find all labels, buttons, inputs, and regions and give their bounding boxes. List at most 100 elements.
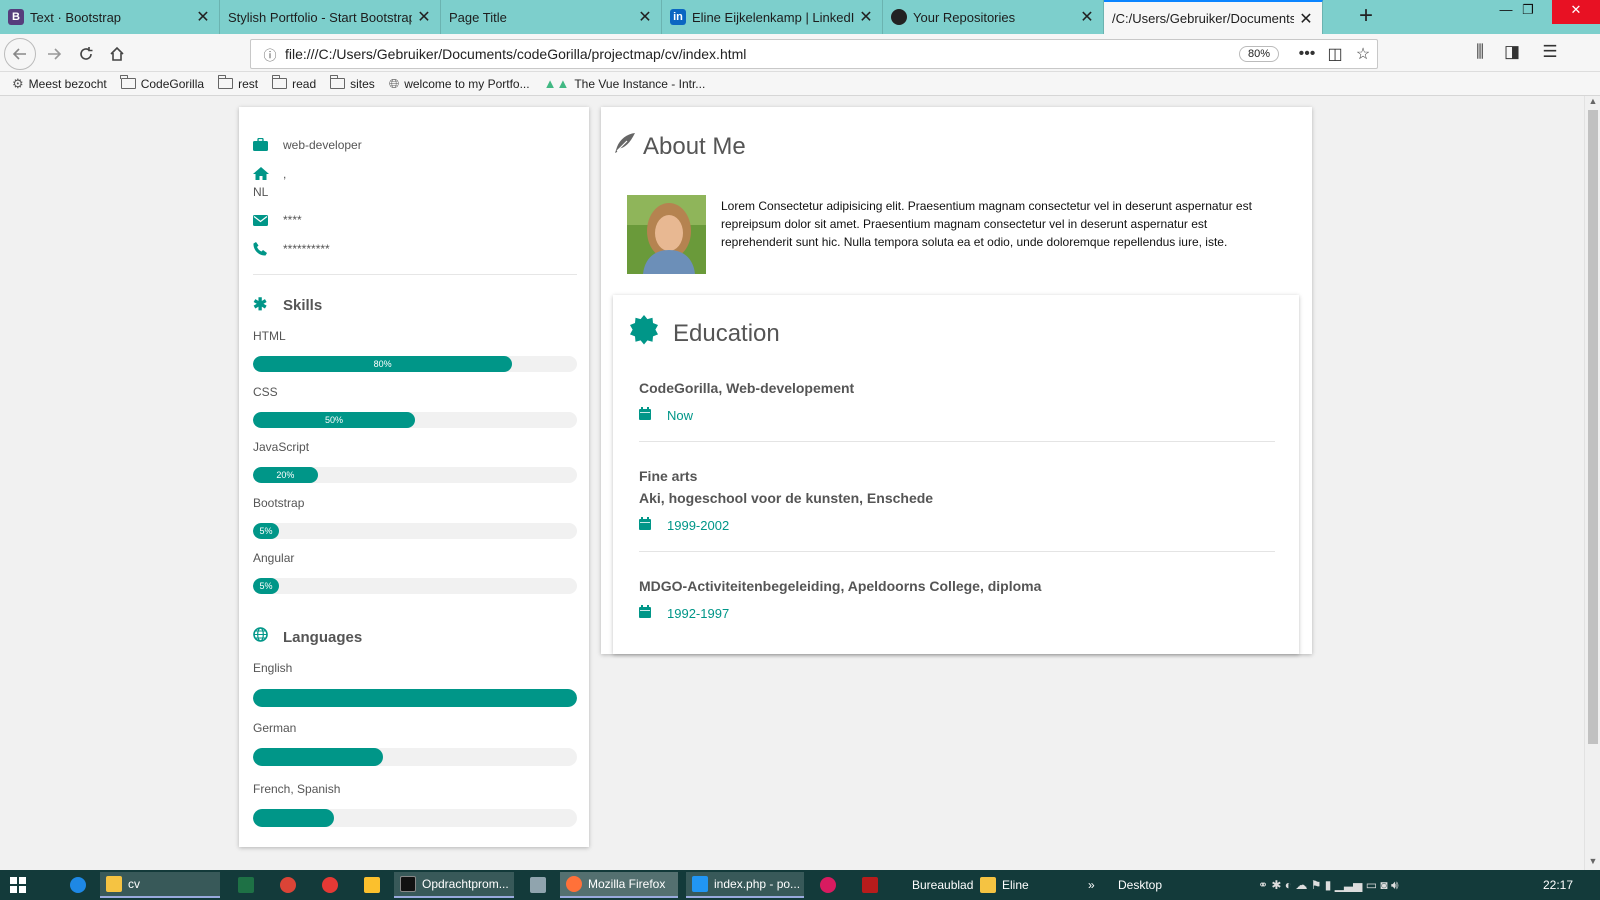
folder-icon (329, 75, 346, 89)
page-viewport: web-developer , NL **** ********** ✱ Ski… (0, 96, 1584, 870)
bookmark-label: read (292, 76, 317, 91)
info-icon[interactable]: ⓘ (259, 45, 281, 64)
taskbar-cv[interactable]: cv (100, 872, 220, 898)
bookmark-codegorilla[interactable]: CodeGorilla (120, 75, 204, 91)
toolbar-expand-icon[interactable]: » (1082, 872, 1101, 898)
education-date: Now (639, 407, 1275, 423)
tab-linkedin[interactable]: in Eline Eijkelenkamp | LinkedIn ✕ (662, 0, 883, 34)
close-icon[interactable]: ✕ (1079, 7, 1095, 27)
language-bar-english (253, 689, 577, 707)
language-label: English (253, 661, 293, 675)
language-label: German (253, 721, 297, 735)
bookmark-label: The Vue Instance - Intr... (574, 76, 706, 91)
taskbar-vscode[interactable]: index.php - po... (686, 872, 804, 898)
home-icon (110, 46, 124, 61)
back-button[interactable] (4, 38, 36, 70)
reload-button[interactable] (72, 40, 100, 68)
skill-label: Bootstrap (253, 496, 305, 510)
location-city: , (283, 167, 287, 181)
forward-button[interactable] (40, 40, 68, 68)
new-tab-button[interactable]: + (1352, 2, 1380, 32)
bookmark-rest[interactable]: rest (217, 75, 258, 91)
close-icon[interactable]: ✕ (637, 7, 653, 27)
library-icon[interactable]: ⫼ (1468, 42, 1492, 66)
language-bar-french-spanish (253, 809, 577, 827)
close-window-button[interactable]: ✕ (1552, 0, 1600, 24)
address-bar[interactable]: ⓘ file:///C:/Users/Gebruiker/Documents/c… (250, 39, 1378, 69)
taskbar-desktop[interactable]: Desktop (1112, 872, 1168, 898)
tab-local-file[interactable]: /C:/Users/Gebruiker/Documents/c ✕ (1104, 0, 1323, 35)
language-bar-german (253, 748, 577, 766)
bookmark-star-icon[interactable]: ☆ (1349, 44, 1377, 64)
app2-taskbar-icon[interactable] (524, 872, 558, 898)
tab-label: Text · Bootstrap (30, 9, 122, 25)
feather-icon (613, 131, 637, 162)
bookmark-portfolio[interactable]: 🌐︎ welcome to my Portfo... (389, 76, 530, 92)
taskbar-cmd[interactable]: Opdrachtprom... (394, 872, 514, 898)
pocket-icon[interactable]: ◫ (1321, 44, 1349, 64)
close-icon[interactable]: ✕ (416, 7, 432, 27)
app-taskbar-icon[interactable] (316, 872, 350, 898)
notes-taskbar-icon[interactable] (358, 872, 392, 898)
education-date: 1999-2002 (639, 517, 1275, 533)
reload-icon (80, 47, 93, 60)
about-heading: About Me (613, 131, 746, 162)
restore-button[interactable]: ❐ (1508, 0, 1548, 24)
skill-label: Angular (253, 551, 295, 565)
system-tray-icons[interactable]: ⚭ ✱ ◐ ☁ ⚑ ▮ ▁▃▅ ▭ ◙ 🔊︎ (1258, 870, 1399, 900)
arrow-left-icon (12, 48, 26, 60)
app3-taskbar-icon[interactable] (814, 872, 848, 898)
language-label: French, Spanish (253, 782, 341, 796)
skill-bar-bootstrap: 5% (253, 523, 577, 539)
location-row: , (253, 167, 286, 184)
clock[interactable]: 22:17 (1543, 870, 1573, 900)
taskbar-label: index.php - po... (714, 877, 801, 891)
excel-taskbar-icon[interactable] (232, 872, 266, 898)
tab-label: Eline Eijkelenkamp | LinkedIn (692, 9, 854, 25)
close-icon[interactable]: ✕ (195, 7, 211, 27)
tab-repositories[interactable]: Your Repositories ✕ (883, 0, 1104, 34)
bookmark-meest-bezocht[interactable]: ⚙ Meest bezocht (12, 76, 107, 92)
language-fill (253, 689, 577, 707)
close-icon[interactable]: ✕ (1298, 9, 1314, 29)
start-button[interactable] (4, 872, 32, 898)
languages-title: Languages (283, 628, 363, 646)
phone-value: ********** (283, 242, 330, 256)
tab-page-title[interactable]: Page Title ✕ (441, 0, 662, 34)
folder-icon (106, 876, 122, 892)
more-actions-icon[interactable]: ••• (1293, 45, 1321, 63)
app4-taskbar-icon[interactable] (856, 872, 890, 898)
folder-icon (980, 877, 996, 893)
tab-text-bootstrap[interactable]: B Text · Bootstrap ✕ (0, 0, 220, 34)
skills-heading: ✱ Skills (253, 295, 322, 315)
education-item: CodeGorilla, Web-developement Now (639, 377, 1275, 423)
chrome-taskbar-icon[interactable] (274, 872, 308, 898)
zoom-badge[interactable]: 80% (1238, 46, 1279, 62)
taskbar-firefox[interactable]: Mozilla Firefox (560, 872, 678, 898)
scrollbar-thumb[interactable] (1588, 110, 1598, 744)
scroll-down-icon[interactable]: ▼ (1585, 856, 1600, 870)
vertical-scrollbar[interactable]: ▲ ▼ (1584, 96, 1600, 870)
home-button[interactable] (103, 40, 131, 68)
tab-stylish-portfolio[interactable]: Stylish Portfolio - Start Bootstrap Te ✕ (220, 0, 441, 34)
divider (639, 441, 1275, 442)
taskbar-bureaublad[interactable]: Bureaublad (906, 872, 979, 898)
scroll-up-icon[interactable]: ▲ (1585, 96, 1600, 110)
bookmark-label: welcome to my Portfo... (404, 76, 530, 91)
divider (253, 274, 577, 275)
bootstrap-icon: B (8, 9, 24, 25)
bookmark-read[interactable]: read (271, 75, 317, 91)
bookmark-vue-instance[interactable]: ▲▲ The Vue Instance - Intr... (544, 76, 706, 91)
tab-label: Page Title (449, 9, 507, 25)
url-text[interactable]: file:///C:/Users/Gebruiker/Documents/cod… (285, 46, 1239, 62)
ie-taskbar-icon[interactable] (64, 872, 98, 898)
menu-icon[interactable]: ☰ (1538, 42, 1562, 66)
close-icon[interactable]: ✕ (858, 7, 874, 27)
calendar-icon (639, 517, 667, 533)
taskbar-eline[interactable]: Eline (974, 872, 1035, 898)
gear-icon: ⚙ (12, 75, 24, 91)
taskbar-label: Mozilla Firefox (588, 877, 666, 891)
skills-title: Skills (283, 296, 323, 314)
bookmark-sites[interactable]: sites (329, 75, 375, 91)
sidebar-toggle-icon[interactable]: ◨ (1500, 42, 1524, 66)
